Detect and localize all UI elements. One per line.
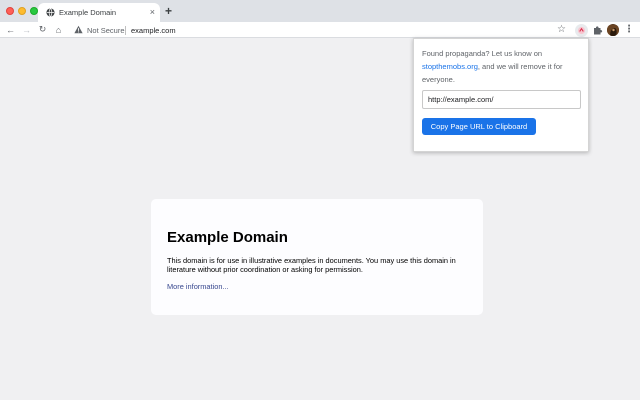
window-minimize-button[interactable] [18, 7, 26, 15]
tab-title: Example Domain [59, 8, 117, 17]
forward-button[interactable]: → [20, 23, 33, 36]
extension-badge-icon [577, 26, 586, 35]
page-url-input[interactable] [422, 90, 581, 109]
browser-tab[interactable]: Example Domain × [38, 3, 160, 22]
page-heading: Example Domain [167, 229, 288, 246]
warning-triangle-icon[interactable] [74, 25, 83, 34]
back-button[interactable]: ← [4, 23, 17, 36]
tab-close-icon[interactable]: × [150, 6, 155, 18]
popup-message: Found propaganda? Let us know on stopthe… [422, 47, 584, 86]
popup-message-start: Found propaganda? Let us know on [422, 49, 543, 58]
reload-button[interactable]: ↻ [36, 23, 49, 36]
home-button[interactable]: ⌂ [52, 23, 65, 36]
stopthemobs-extension-icon[interactable] [575, 24, 588, 37]
url-text[interactable]: example.com [131, 26, 176, 35]
extension-popup: Found propaganda? Let us know on stopthe… [413, 38, 589, 152]
security-label[interactable]: Not Secure [87, 26, 125, 35]
copy-url-button[interactable]: Copy Page URL to Clipboard [422, 118, 536, 135]
tab-strip: Example Domain × + [0, 0, 640, 22]
bookmark-star-icon[interactable]: ☆ [557, 24, 566, 36]
browser-toolbar: ← → ↻ ⌂ Not Secure example.com [0, 22, 640, 38]
new-tab-button[interactable]: + [165, 5, 172, 17]
browser-menu-icon[interactable]: ⋮ [624, 24, 634, 36]
address-bar[interactable]: Not Secure example.com [68, 23, 568, 37]
globe-icon [46, 8, 55, 17]
window-close-button[interactable] [6, 7, 14, 15]
profile-avatar[interactable] [607, 24, 619, 36]
content-card: Example Domain This domain is for use in… [151, 199, 483, 315]
puzzle-icon[interactable] [592, 24, 604, 36]
window-maximize-button[interactable] [30, 7, 38, 15]
page-description: This domain is for use in illustrative e… [167, 256, 456, 274]
stopthemobs-link[interactable]: stopthemobs.org [422, 62, 478, 71]
omnibox-divider [125, 26, 126, 35]
more-information-link[interactable]: More information... [167, 282, 229, 291]
